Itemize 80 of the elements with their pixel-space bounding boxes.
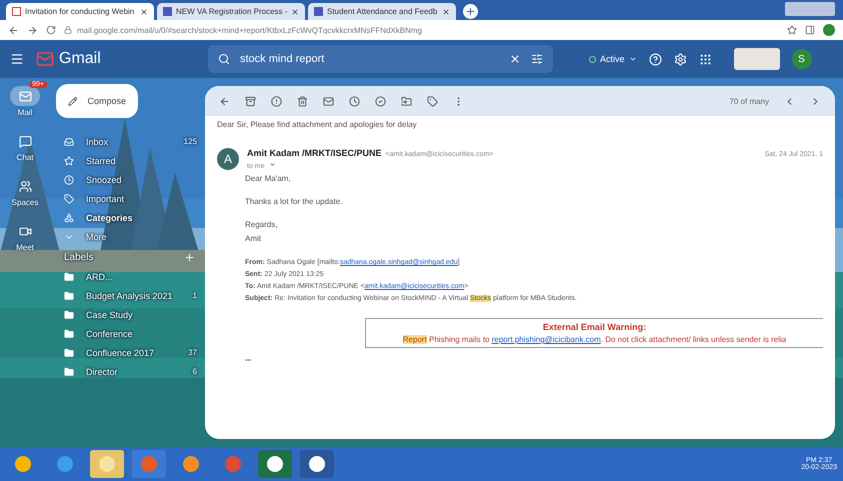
rail-item[interactable]: Spaces	[10, 176, 40, 207]
nav-item[interactable]: Snoozed	[50, 170, 205, 189]
message-snippet: Dear Sir, Please find attachment and apologies for delay	[217, 120, 417, 128]
mark-unread-icon[interactable]	[323, 96, 334, 106]
account-avatar[interactable]: S	[792, 49, 812, 69]
profile-avatar[interactable]	[823, 24, 835, 36]
label-item[interactable]: Case Study	[50, 305, 205, 324]
snooze-icon[interactable]	[349, 96, 360, 106]
apps-icon[interactable]	[698, 52, 712, 66]
bookmark-icon[interactable]	[787, 25, 797, 35]
taskbar-app-icon[interactable]	[258, 450, 292, 478]
favicon-icon	[163, 7, 172, 16]
clock-icon	[64, 174, 74, 184]
lock-icon	[64, 26, 72, 34]
message-text: Dear Ma'am,	[245, 174, 292, 183]
rail-item[interactable]: Meet	[10, 221, 40, 252]
app-name: Gmail	[59, 50, 101, 68]
report-spam-icon[interactable]	[271, 96, 282, 106]
shapes-icon	[64, 212, 74, 222]
add-task-icon[interactable]	[375, 96, 386, 106]
back-icon[interactable]	[219, 96, 230, 106]
warning-title: External Email Warning:	[542, 322, 646, 332]
sidebar-icon[interactable]	[805, 25, 815, 35]
label-icon[interactable]	[427, 96, 438, 106]
inbox-icon	[64, 136, 74, 146]
move-icon[interactable]	[401, 96, 412, 106]
archive-icon[interactable]	[245, 96, 256, 106]
label-item[interactable]: ARD...	[50, 267, 205, 286]
favicon-icon	[314, 7, 323, 16]
reload-icon[interactable]	[46, 25, 56, 35]
chat-icon	[18, 134, 32, 148]
favicon-icon	[12, 7, 21, 16]
address-field[interactable]: mail.google.com/mail/u/0/#search/stock+mind+report/KtbxLzFcWvQTqcvkkcrxMNsFFNdXkBNmg	[77, 26, 422, 34]
new-tab-button[interactable]	[463, 4, 478, 19]
label-item[interactable]: Director 6	[50, 362, 205, 381]
warning-text: Report Phishing mails to report.phishing@icicibank.com. Do not click attachment/ links unless sender is relia	[402, 335, 786, 344]
back-icon[interactable]	[8, 24, 19, 36]
menu-icon[interactable]	[10, 52, 24, 66]
browser-tab[interactable]: Invitation for conducting Webin	[6, 3, 154, 20]
tag-icon	[64, 194, 74, 204]
mail-icon	[18, 90, 32, 102]
nav-item[interactable]: Important	[50, 189, 205, 208]
delete-icon[interactable]	[297, 96, 308, 106]
label-item[interactable]: Budget Analysis 2021 1	[50, 286, 205, 305]
nav-item[interactable]: Starred	[50, 151, 205, 170]
help-icon[interactable]	[648, 52, 662, 66]
search-icon[interactable]	[218, 53, 230, 65]
settings-icon[interactable]	[674, 52, 687, 66]
label-item[interactable]: Confluence 2017 37	[50, 343, 205, 362]
sender-avatar: A	[217, 148, 239, 170]
sender-name: Amit Kadam /MRKT/ISEC/PUNE	[247, 148, 382, 158]
status-dropdown[interactable]: Active	[589, 54, 637, 64]
message-text: Thanks a lot for the update.	[245, 197, 344, 206]
add-label-icon[interactable]	[184, 252, 195, 263]
browser-tab[interactable]: Student Attendance and Feedb	[308, 3, 456, 20]
caret-icon[interactable]	[268, 161, 276, 168]
taskbar-app-icon[interactable]	[300, 450, 334, 478]
filter-icon[interactable]	[531, 53, 543, 65]
clear-icon[interactable]	[509, 53, 521, 65]
search-field[interactable]: stock mind report	[208, 45, 553, 73]
close-icon[interactable]	[442, 8, 450, 16]
rail-item[interactable]: Chat	[10, 131, 40, 162]
label-item[interactable]: Conference	[50, 324, 205, 343]
browser-tab[interactable]: NEW VA Registration Process -	[157, 3, 305, 20]
nav-item[interactable]: Categories	[50, 208, 205, 227]
nav-item[interactable]: Inbox 125	[50, 132, 205, 151]
people-icon	[18, 180, 32, 192]
plus-icon	[465, 6, 476, 17]
labels-heading: Labels	[64, 252, 94, 263]
caret-icon	[628, 55, 637, 63]
pager-text: 70 of many	[729, 96, 769, 106]
video-camera-icon	[18, 224, 32, 238]
close-icon[interactable]	[291, 8, 299, 16]
compose-button[interactable]: Compose	[56, 84, 138, 118]
message-text: Regards,	[245, 220, 278, 229]
message-text: Amit	[245, 234, 262, 243]
pencil-icon	[68, 96, 78, 106]
close-icon[interactable]	[140, 8, 148, 16]
star-icon	[64, 156, 74, 166]
forward-icon[interactable]	[27, 24, 38, 36]
